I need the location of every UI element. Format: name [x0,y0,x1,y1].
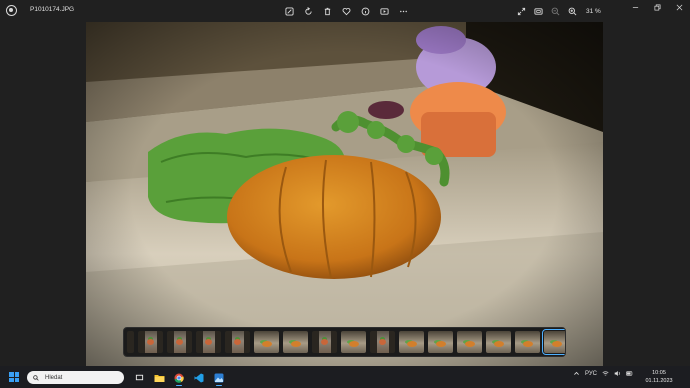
image-toolbar [282,4,411,18]
slideshow-button[interactable] [377,4,392,18]
restore-icon [654,4,660,10]
filmstrip-thumbnail-selected[interactable] [542,329,565,355]
taskbar-apps [131,370,227,386]
info-button[interactable] [358,4,373,18]
photo-viewer-image[interactable] [86,22,603,366]
window-controls [624,0,690,14]
filmstrip-thumbnail[interactable] [457,331,482,353]
search-placeholder: Hledat [45,374,63,381]
minimize-icon [632,6,638,8]
filmstrip-thumbnail[interactable] [312,331,337,353]
start-button[interactable] [9,372,19,382]
filmstrip-thumbnail[interactable] [196,331,221,353]
file-explorer-icon [154,374,164,382]
title-bar: P1010174.JPG 31 % [0,0,690,22]
chrome-button[interactable] [171,370,187,386]
zoom-out-button[interactable] [548,4,563,18]
language-indicator[interactable]: РУС [585,371,597,377]
rotate-button[interactable] [301,4,316,18]
favorite-icon [342,7,351,15]
photos-button[interactable] [211,370,227,386]
filmstrip-thumbnail[interactable] [399,331,424,353]
filmstrip-thumbnail[interactable] [225,331,250,353]
minimize-button[interactable] [624,0,646,14]
filmstrip-thumbnail[interactable] [515,331,540,353]
zoom-in-button[interactable] [565,4,580,18]
battery-icon[interactable] [626,370,633,377]
close-button[interactable] [668,0,690,14]
clock-date: 01.11.2023 [645,378,673,384]
info-icon [361,7,370,15]
windows-logo-icon [9,372,14,377]
edit-icon [285,6,294,16]
view-tools: 31 % [514,4,601,18]
filmstrip [123,327,566,357]
favorite-button[interactable] [339,4,354,18]
fullscreen-icon [517,7,526,15]
edit-button[interactable] [282,4,297,18]
filmstrip-thumbnail[interactable] [127,331,134,353]
close-icon [676,4,682,10]
zoom-level[interactable]: 31 % [586,8,601,15]
filmstrip-thumbnail[interactable] [138,331,163,353]
task-view-icon [135,374,143,381]
vscode-icon [194,373,204,382]
filmstrip-thumbnail[interactable] [341,331,366,353]
wifi-icon[interactable] [602,370,609,377]
system-tray: РУС [573,370,633,377]
delete-button[interactable] [320,4,335,18]
search-icon [33,374,39,381]
filmstrip-thumbnail[interactable] [283,331,308,353]
taskbar-search[interactable]: Hledat [27,371,124,384]
more-button[interactable] [396,4,411,18]
chevron-up-icon[interactable] [573,370,580,377]
chrome-icon [174,373,184,383]
taskbar-clock[interactable]: 10:05 01.11.2023 [644,369,674,385]
fit-window-button[interactable] [531,4,546,18]
delete-icon [324,7,331,15]
vscode-button[interactable] [191,370,207,385]
rotate-icon [305,6,312,15]
more-icon [400,10,407,12]
photos-app-icon [6,5,17,16]
windows-taskbar: Hledat РУС 10:05 01.11.2023 [0,366,690,388]
file-explorer-button[interactable] [151,370,167,385]
slideshow-icon [380,7,389,15]
zoom-out-icon [551,7,560,15]
photos-app-window: P1010174.JPG 31 % Hledat РУС 10:05 01.11… [0,0,690,388]
filmstrip-thumbnail[interactable] [428,331,453,353]
filmstrip-thumbnail[interactable] [486,331,511,353]
filmstrip-thumbnail[interactable] [254,331,279,353]
knitted-pumpkin-photo [86,22,603,366]
volume-icon[interactable] [614,370,621,377]
task-view-button[interactable] [131,370,147,385]
filmstrip-thumbnail[interactable] [370,331,395,353]
fullscreen-button[interactable] [514,4,529,18]
restore-button[interactable] [646,0,668,14]
zoom-in-icon [568,7,577,15]
fit-window-icon [534,7,543,15]
file-name: P1010174.JPG [30,6,75,13]
filmstrip-thumbnail[interactable] [167,331,192,353]
photos-icon [214,373,224,382]
clock-time: 10:05 [652,370,666,376]
